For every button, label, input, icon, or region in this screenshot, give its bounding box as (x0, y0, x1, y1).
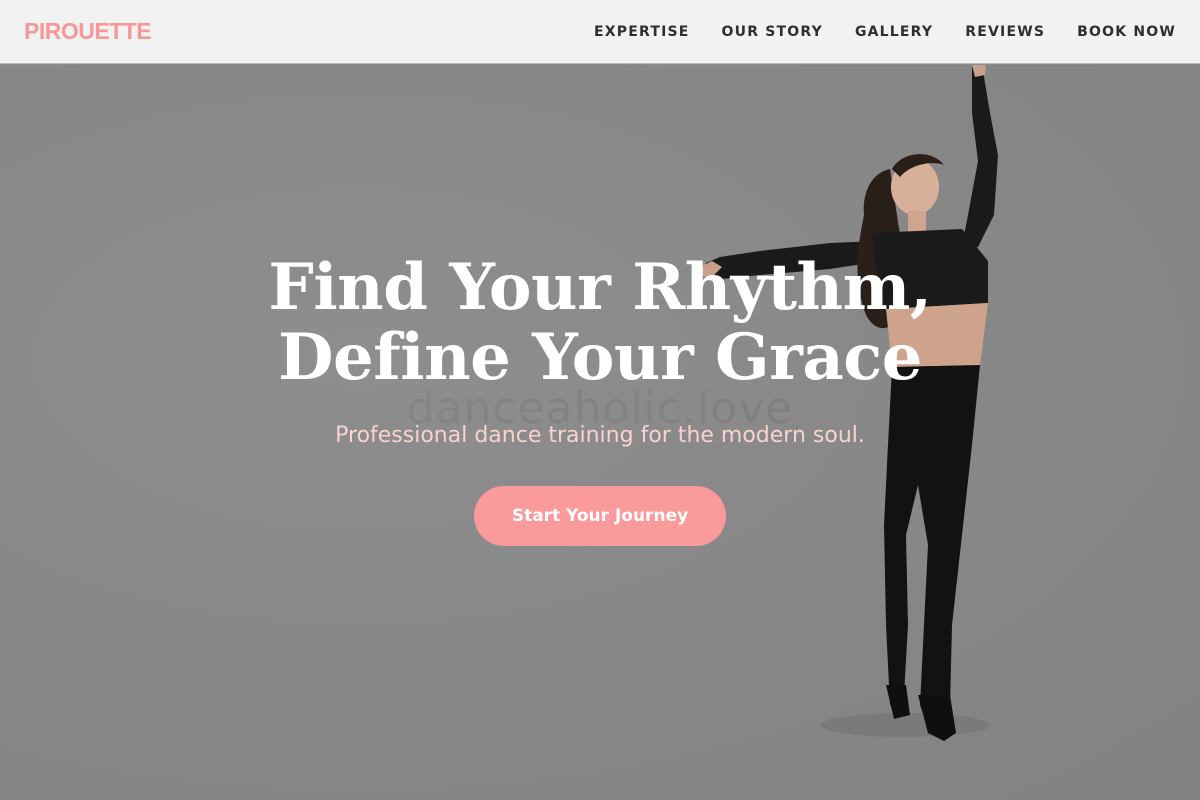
navbar: PIROUETTE EXPERTISE OUR STORY GALLERY RE… (0, 0, 1200, 64)
hero-content: Find Your Rhythm, Define Your Grace danc… (0, 65, 1200, 800)
nav-link-our-story[interactable]: OUR STORY (722, 24, 823, 40)
brand-logo[interactable]: PIROUETTE (24, 18, 152, 45)
nav-links: EXPERTISE OUR STORY GALLERY REVIEWS BOOK… (594, 24, 1176, 40)
hero-subtitle: Professional dance training for the mode… (335, 423, 865, 448)
nav-link-gallery[interactable]: GALLERY (855, 24, 933, 40)
nav-link-reviews[interactable]: REVIEWS (965, 24, 1045, 40)
nav-link-expertise[interactable]: EXPERTISE (594, 24, 690, 40)
hero-title: Find Your Rhythm, Define Your Grace (0, 253, 1200, 393)
hero-title-line-1: Find Your Rhythm, (268, 250, 932, 325)
page: PIROUETTE EXPERTISE OUR STORY GALLERY RE… (0, 0, 1200, 800)
start-journey-button[interactable]: Start Your Journey (474, 486, 726, 546)
hero-section: Find Your Rhythm, Define Your Grace danc… (0, 65, 1200, 800)
nav-link-book-now[interactable]: BOOK NOW (1077, 24, 1176, 40)
